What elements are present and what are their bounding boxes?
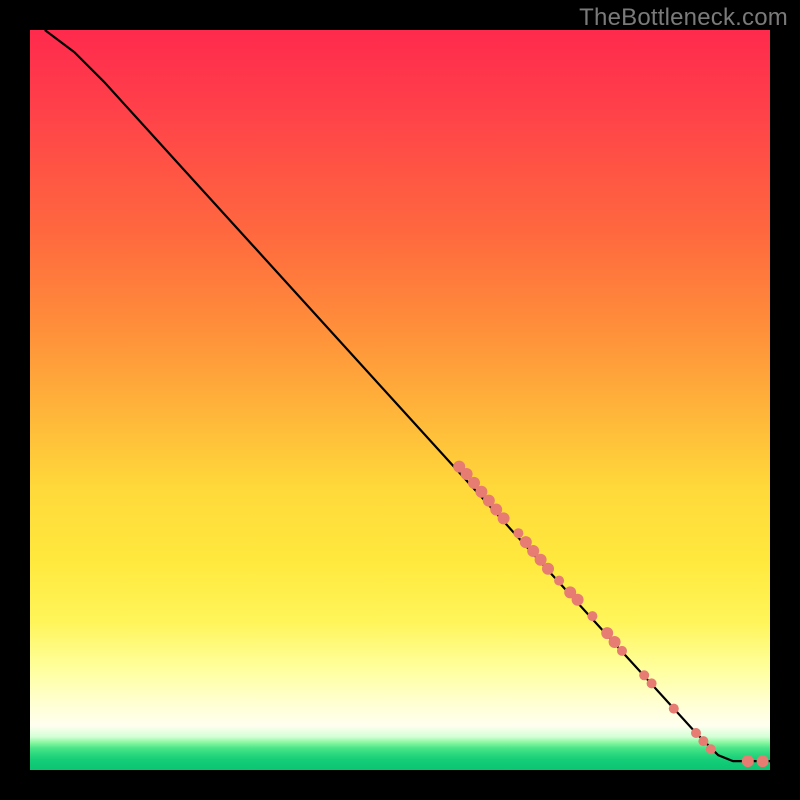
data-point bbox=[617, 646, 627, 656]
data-point bbox=[757, 755, 769, 767]
data-point bbox=[669, 704, 679, 714]
data-point bbox=[542, 563, 554, 575]
data-point bbox=[698, 736, 708, 746]
data-point bbox=[554, 576, 564, 586]
data-point bbox=[706, 744, 716, 754]
data-point bbox=[639, 670, 649, 680]
watermark-text: TheBottleneck.com bbox=[579, 4, 788, 32]
data-point bbox=[691, 728, 701, 738]
data-point bbox=[498, 512, 510, 524]
data-point bbox=[587, 611, 597, 621]
data-point bbox=[609, 636, 621, 648]
data-point bbox=[742, 755, 754, 767]
plot-area bbox=[30, 30, 770, 770]
data-point bbox=[647, 678, 657, 688]
data-points bbox=[453, 461, 768, 767]
chart-svg bbox=[30, 30, 770, 770]
chart-frame: TheBottleneck.com bbox=[0, 0, 800, 800]
main-curve bbox=[45, 30, 770, 761]
data-point bbox=[572, 594, 584, 606]
data-point bbox=[513, 528, 523, 538]
